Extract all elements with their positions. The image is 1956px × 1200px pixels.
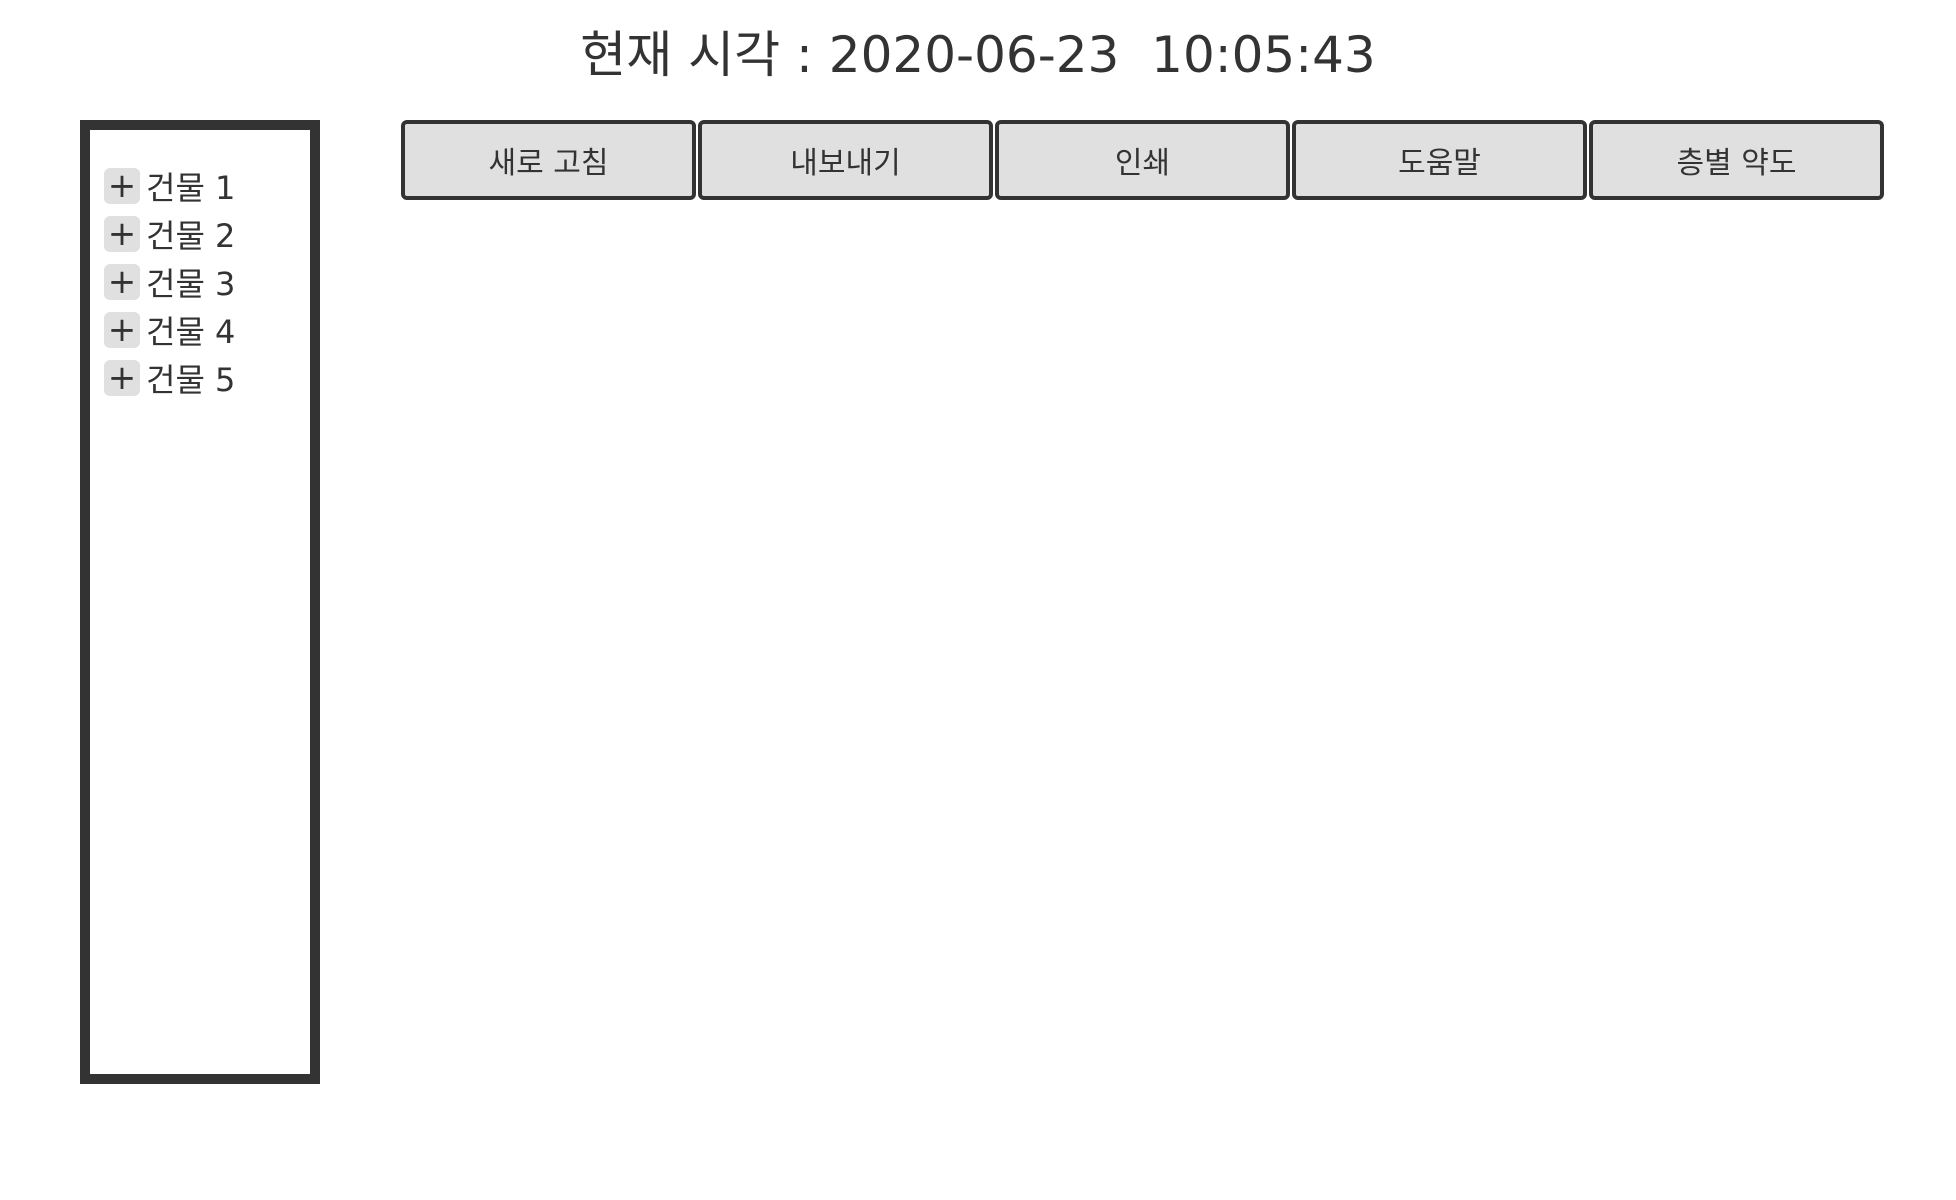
tree-item-label[interactable]: 건물 1 [146, 163, 235, 209]
building-tree-list: + 건물 1 + 건물 2 + 건물 3 + 건물 4 + 건물 5 [90, 130, 310, 402]
tree-item-label[interactable]: 건물 5 [146, 355, 235, 401]
expand-plus-icon[interactable]: + [104, 168, 140, 204]
refresh-button[interactable]: 새로 고침 [401, 120, 696, 200]
tree-item-label[interactable]: 건물 4 [146, 307, 235, 353]
tree-item-label[interactable]: 건물 3 [146, 259, 235, 305]
export-button[interactable]: 내보내기 [698, 120, 993, 200]
expand-plus-icon[interactable]: + [104, 216, 140, 252]
tree-item-building-1[interactable]: + 건물 1 [104, 162, 310, 210]
tree-item-building-5[interactable]: + 건물 5 [104, 354, 310, 402]
current-time-display: 현재 시각 : 2020-06-23 10:05:43 [580, 26, 1376, 84]
tree-item-building-3[interactable]: + 건물 3 [104, 258, 310, 306]
building-tree-panel: + 건물 1 + 건물 2 + 건물 3 + 건물 4 + 건물 5 [80, 120, 320, 1084]
toolbar: 새로 고침 내보내기 인쇄 도움말 층별 약도 [401, 120, 1884, 200]
help-button[interactable]: 도움말 [1292, 120, 1587, 200]
expand-plus-icon[interactable]: + [104, 360, 140, 396]
tree-item-building-4[interactable]: + 건물 4 [104, 306, 310, 354]
tree-item-label[interactable]: 건물 2 [146, 211, 235, 257]
expand-plus-icon[interactable]: + [104, 264, 140, 300]
tree-item-building-2[interactable]: + 건물 2 [104, 210, 310, 258]
print-button[interactable]: 인쇄 [995, 120, 1290, 200]
floor-map-button[interactable]: 층별 약도 [1589, 120, 1884, 200]
page: 현재 시각 : 2020-06-23 10:05:43 + 건물 1 + 건물 … [0, 0, 1956, 1200]
expand-plus-icon[interactable]: + [104, 312, 140, 348]
